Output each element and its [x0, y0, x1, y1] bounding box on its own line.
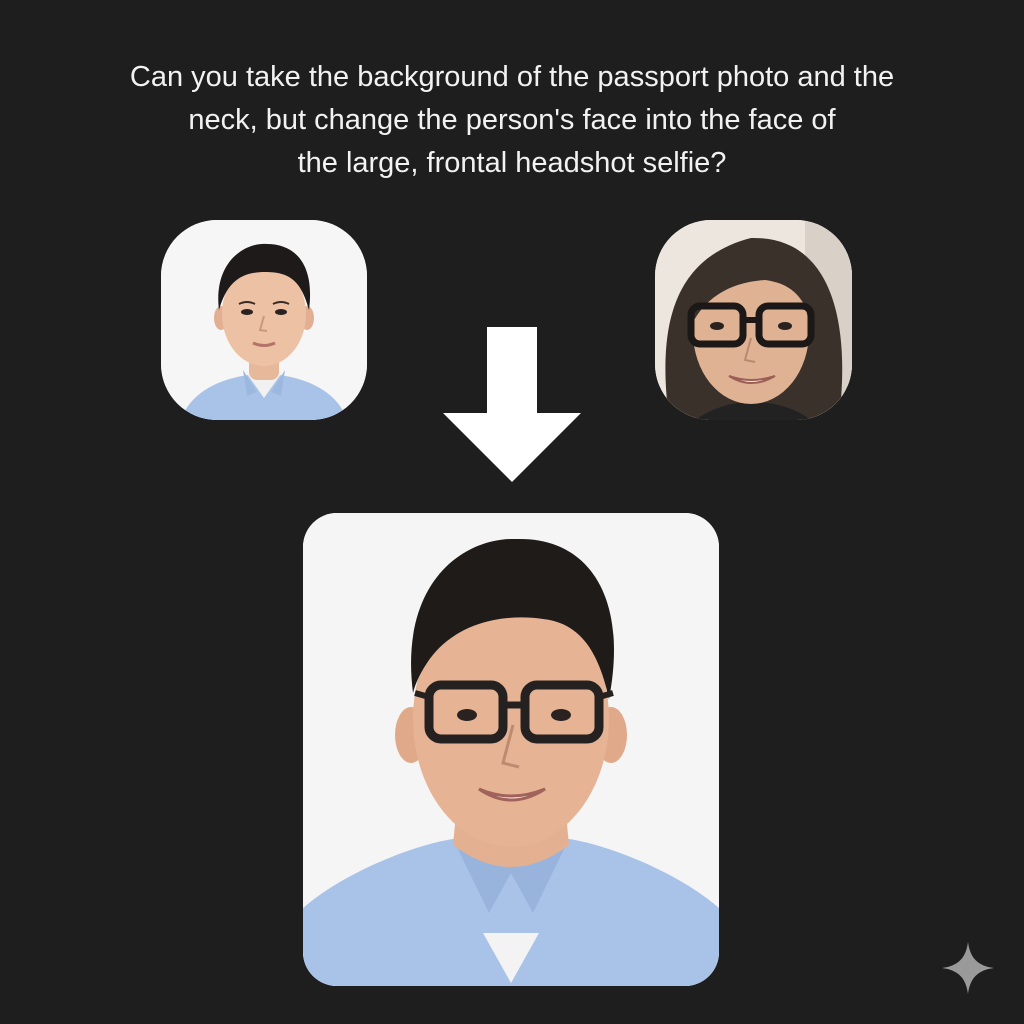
prompt-line-1: Can you take the background of the passp…	[129, 61, 895, 93]
sparkle-icon	[942, 942, 994, 994]
prompt-line-3: the large, frontal headshot selfie?	[297, 147, 727, 179]
selfie-photo-illustration	[655, 220, 852, 420]
arrow-down-icon	[443, 327, 581, 482]
prompt-text: Can you take the background of the passp…	[60, 56, 964, 185]
passport-photo	[161, 220, 367, 420]
prompt-line-2: neck, but change the person's face into …	[188, 104, 836, 136]
selfie-photo	[655, 220, 852, 420]
result-photo-illustration	[303, 513, 719, 986]
result-photo	[303, 513, 719, 986]
passport-photo-illustration	[161, 220, 367, 420]
